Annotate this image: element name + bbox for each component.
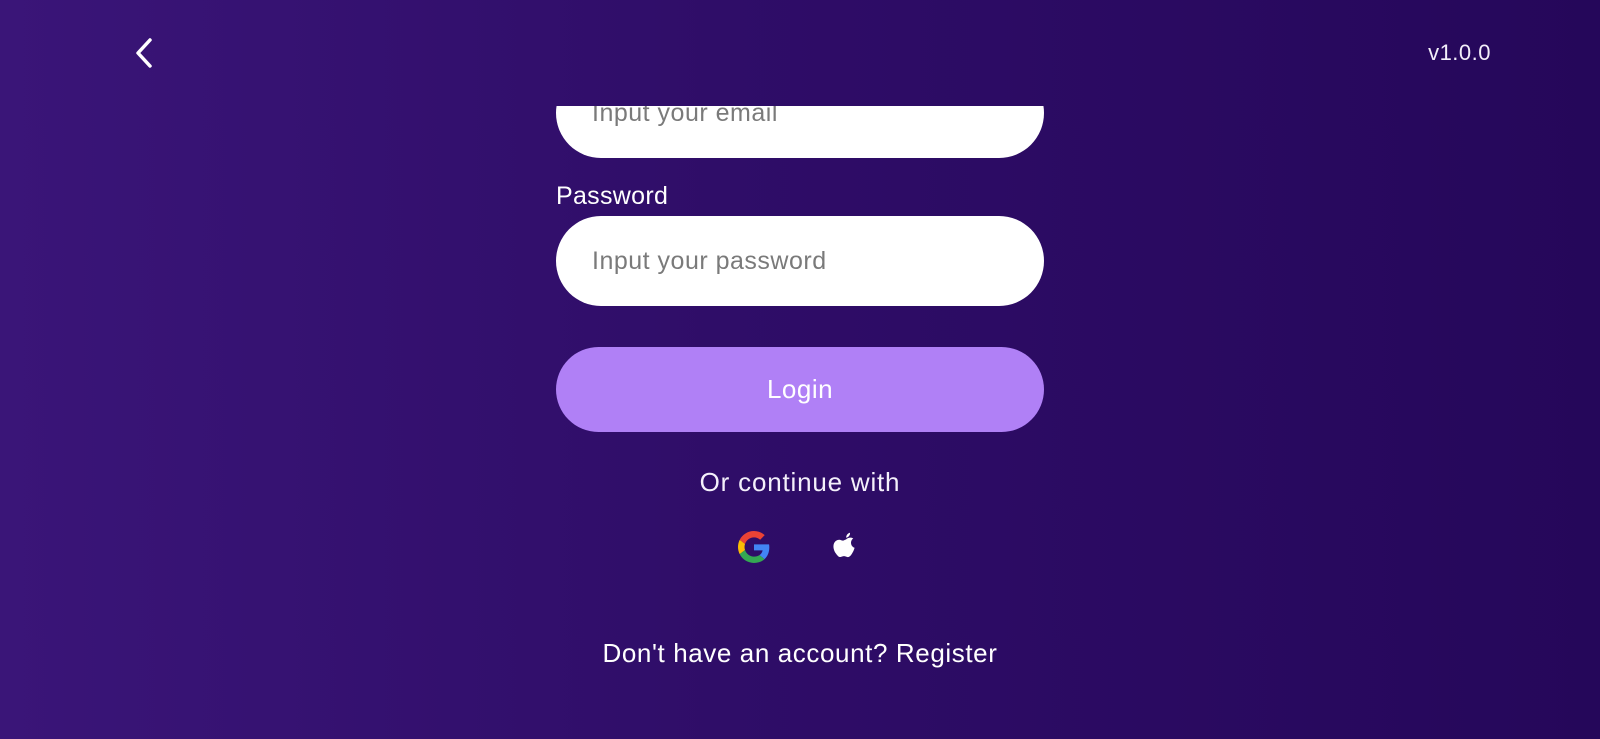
apple-icon: [833, 532, 855, 558]
password-label: Password: [556, 182, 669, 210]
social-login-row: [556, 527, 1044, 567]
continue-with-text: Or continue with: [699, 467, 901, 497]
password-input[interactable]: [556, 216, 1044, 306]
apple-login-button[interactable]: [826, 527, 866, 567]
back-button[interactable]: [124, 33, 164, 73]
chevron-left-icon: [136, 38, 152, 68]
login-button[interactable]: Login: [556, 347, 1044, 432]
register-link[interactable]: Don't have an account? Register: [556, 638, 1044, 669]
version-label: v1.0.0: [1428, 40, 1491, 65]
google-icon: [738, 531, 770, 563]
login-form: Password Login Or continue with Don't ha…: [556, 0, 1044, 739]
google-login-button[interactable]: [734, 527, 774, 567]
email-field-container: [556, 106, 1044, 158]
email-input[interactable]: [556, 106, 1044, 158]
